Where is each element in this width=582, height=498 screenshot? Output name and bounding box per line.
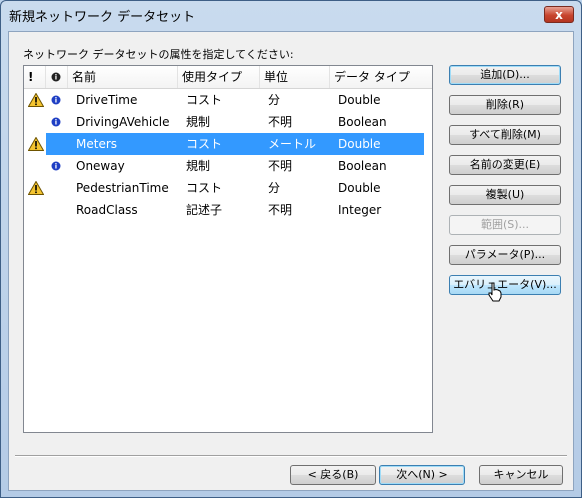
parameters-button[interactable]: パラメータ(P)...	[449, 245, 561, 265]
row-usage-type: 記述子	[186, 203, 223, 217]
row-data-type: Integer	[338, 203, 382, 217]
remove-all-button[interactable]: すべて削除(M)	[449, 125, 561, 145]
row-data-type: Double	[338, 137, 381, 151]
next-button[interactable]: 次へ(N) >	[379, 465, 465, 485]
column-header-units[interactable]: 単位	[260, 66, 330, 88]
row-name: RoadClass	[76, 203, 138, 217]
info-icon: i	[51, 72, 61, 82]
add-button[interactable]: 追加(D)...	[449, 65, 561, 85]
row-data-type: Double	[338, 93, 381, 107]
info-icon: i	[51, 117, 61, 127]
ranges-button[interactable]: 範囲(S)...	[449, 215, 561, 235]
title-bar[interactable]: 新規ネットワーク データセット x	[1, 1, 581, 27]
row-units: 不明	[268, 159, 293, 173]
row-data-type: Boolean	[338, 115, 387, 129]
svg-text:i: i	[55, 119, 57, 127]
table-row[interactable]: Meters コスト メートル Double	[24, 133, 432, 155]
back-button[interactable]: < 戻る(B)	[290, 465, 376, 485]
row-data-type: Double	[338, 181, 381, 195]
dialog-window: 新規ネットワーク データセット x ネットワーク データセットの属性を指定してく…	[0, 0, 582, 498]
row-usage-type: コスト	[186, 93, 223, 107]
table-row[interactable]: i DrivingAVehicle 規制 不明 Boolean	[24, 111, 432, 133]
column-header-name[interactable]: 名前	[68, 66, 178, 88]
row-usage-type: コスト	[186, 137, 223, 151]
dialog-body: ネットワーク データセットの属性を指定してください: ! i 名前 使用タイプ …	[8, 31, 574, 491]
row-units: 分	[268, 181, 281, 195]
info-icon: i	[51, 95, 61, 105]
row-name: DriveTime	[76, 93, 138, 107]
row-name: Meters	[76, 137, 118, 151]
mouse-pointer-hand-icon	[488, 282, 502, 302]
column-header-info[interactable]: i	[46, 66, 68, 88]
rename-button[interactable]: 名前の変更(E)	[449, 155, 561, 175]
svg-text:i: i	[55, 97, 57, 105]
row-units: メートル	[268, 137, 317, 151]
warning-icon	[28, 181, 44, 195]
table-row[interactable]: RoadClass 記述子 不明 Integer	[24, 199, 432, 221]
cancel-button[interactable]: キャンセル	[479, 465, 563, 485]
warning-icon	[28, 137, 44, 151]
row-data-type: Boolean	[338, 159, 387, 173]
table-row[interactable]: PedestrianTime コスト 分 Double	[24, 177, 432, 199]
row-units: 不明	[268, 203, 293, 217]
duplicate-button[interactable]: 複製(U)	[449, 185, 561, 205]
row-usage-type: 規制	[186, 159, 211, 173]
window-title: 新規ネットワーク データセット	[9, 10, 196, 25]
warning-icon	[28, 93, 44, 107]
instruction-label: ネットワーク データセットの属性を指定してください:	[23, 48, 294, 61]
row-name: DrivingAVehicle	[76, 115, 170, 129]
svg-text:i: i	[55, 163, 57, 171]
list-header: ! i 名前 使用タイプ 単位 データ タイプ	[24, 66, 432, 89]
table-row[interactable]: i Oneway 規制 不明 Boolean	[24, 155, 432, 177]
attribute-list[interactable]: ! i 名前 使用タイプ 単位 データ タイプ i DriveTime コスト分 Do…	[23, 65, 433, 433]
info-icon: i	[51, 161, 61, 171]
evaluators-button[interactable]: エバリュエータ(V)...	[449, 275, 561, 295]
row-units: 不明	[268, 115, 293, 129]
column-header-usage-type[interactable]: 使用タイプ	[178, 66, 260, 88]
column-header-warning[interactable]: !	[24, 66, 46, 88]
remove-button[interactable]: 削除(R)	[449, 95, 561, 115]
svg-text:i: i	[55, 74, 57, 82]
close-button[interactable]: x	[544, 6, 574, 23]
row-units: 分	[268, 93, 281, 107]
row-usage-type: 規制	[186, 115, 211, 129]
row-usage-type: コスト	[186, 181, 223, 195]
table-row[interactable]: i DriveTime コスト 分 Double	[24, 89, 432, 111]
footer-separator	[15, 455, 567, 457]
row-name: PedestrianTime	[76, 181, 169, 195]
column-header-data-type[interactable]: データ タイプ	[330, 66, 432, 88]
row-name: Oneway	[76, 159, 125, 173]
